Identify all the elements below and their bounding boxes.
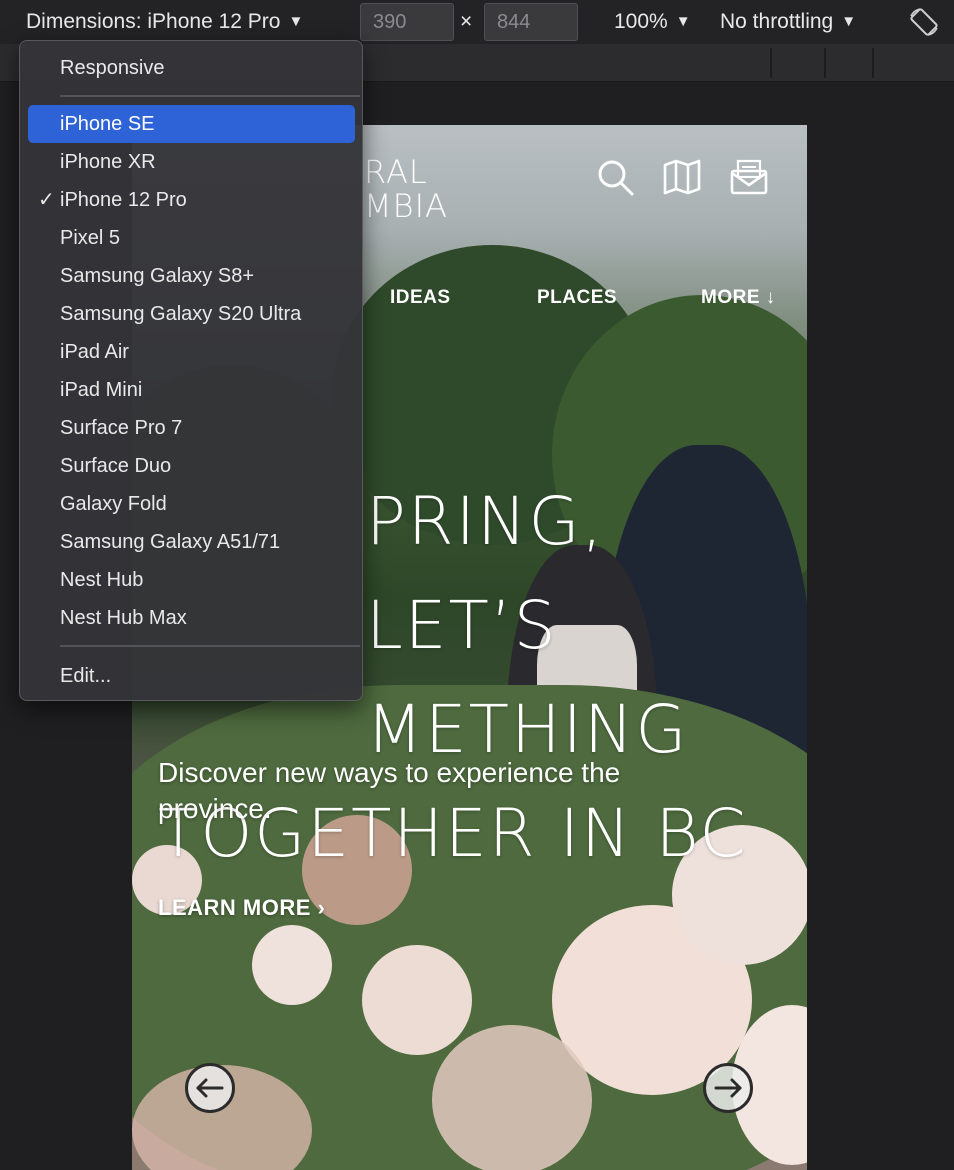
menu-item-device[interactable]: ✓ iPhone 12 Pro	[28, 181, 355, 219]
rose-flower	[432, 1025, 592, 1170]
rose-flower	[362, 945, 472, 1055]
device-dropdown-menu: Responsive iPhone SE iPhone XR ✓ iPhone 12 …	[19, 40, 363, 701]
menu-item-device[interactable]: Nest Hub Max	[28, 599, 355, 637]
menu-item-label: Samsung Galaxy S20 Ultra	[60, 303, 302, 325]
menu-item-label: iPhone XR	[60, 151, 156, 173]
carousel-prev-button[interactable]	[185, 1063, 235, 1113]
caret-down-icon: ▼	[675, 13, 691, 30]
menu-item-device[interactable]: iPad Air	[28, 333, 355, 371]
ruler-segment[interactable]	[824, 48, 872, 78]
map-icon[interactable]	[662, 157, 702, 197]
ruler-segment[interactable]	[872, 48, 954, 78]
menu-item-device[interactable]: iPhone SE	[28, 105, 355, 143]
nav-link-more[interactable]: MORE ↓	[701, 287, 776, 309]
newsletter-icon[interactable]	[729, 157, 769, 197]
nav-link-ideas[interactable]: IDEAS	[390, 287, 451, 309]
times-sign: ×	[460, 10, 473, 33]
menu-item-device[interactable]: Pixel 5	[28, 219, 355, 257]
menu-item-device[interactable]: Nest Hub	[28, 561, 355, 599]
menu-item-device[interactable]: Surface Duo	[28, 447, 355, 485]
menu-item-device[interactable]: Galaxy Fold	[28, 485, 355, 523]
menu-item-label: Edit...	[60, 665, 112, 687]
menu-item-device[interactable]: iPad Mini	[28, 371, 355, 409]
width-input[interactable]: 390	[360, 3, 454, 41]
menu-item-device[interactable]: iPhone XR	[28, 143, 355, 181]
menu-item-label: Galaxy Fold	[60, 493, 167, 515]
menu-item-responsive[interactable]: Responsive	[28, 49, 355, 87]
ruler-segment[interactable]	[770, 48, 824, 78]
menu-separator	[60, 645, 360, 647]
menu-item-device[interactable]: Samsung Galaxy S8+	[28, 257, 355, 295]
menu-item-label: Surface Pro 7	[60, 417, 183, 439]
checkmark-icon: ✓	[38, 189, 55, 211]
menu-item-label: Nest Hub	[60, 569, 144, 591]
rotate-button[interactable]	[906, 6, 942, 38]
zoom-label: 100%	[614, 10, 668, 33]
menu-item-label: iPad Air	[60, 341, 129, 363]
menu-item-label: iPhone SE	[60, 113, 155, 135]
menu-item-label: Nest Hub Max	[60, 607, 187, 629]
caret-down-icon: ▼	[841, 13, 857, 30]
menu-item-label: Pixel 5	[60, 227, 121, 249]
throttling-select[interactable]: No throttling ▼	[720, 0, 856, 44]
hero-subtitle: Discover new ways to experience the prov…	[158, 757, 621, 824]
arrow-right-icon	[714, 1078, 742, 1098]
menu-item-label: Samsung Galaxy A51/71	[60, 531, 281, 553]
menu-item-device[interactable]: Samsung Galaxy A51/71	[28, 523, 355, 561]
carousel-next-button[interactable]	[703, 1063, 753, 1113]
logo-text: MBIA	[364, 187, 448, 225]
throttling-label: No throttling	[720, 10, 834, 33]
search-icon[interactable]	[595, 157, 635, 197]
menu-item-label: Samsung Galaxy S8+	[60, 265, 254, 287]
nav-link-places[interactable]: PLACES	[537, 287, 617, 309]
menu-item-label: iPad Mini	[60, 379, 143, 401]
menu-item-label: Surface Duo	[60, 455, 172, 477]
menu-item-edit[interactable]: Edit...	[28, 657, 355, 695]
device-toolbar: Dimensions: iPhone 12 Pro ▼ 390 × 844 100…	[0, 0, 954, 44]
menu-separator	[60, 95, 360, 97]
arrow-left-icon	[196, 1078, 224, 1098]
height-input[interactable]: 844	[484, 3, 578, 41]
menu-item-label: Responsive	[60, 57, 165, 79]
rose-flower	[252, 925, 332, 1005]
learn-more-link[interactable]: LEARN MORE ›	[158, 895, 325, 921]
menu-item-device[interactable]: Surface Pro 7	[28, 409, 355, 447]
caret-down-icon: ▼	[288, 13, 304, 30]
rotate-icon	[910, 8, 938, 36]
device-dimensions-select[interactable]: Dimensions: iPhone 12 Pro ▼	[26, 0, 303, 44]
menu-item-device[interactable]: Samsung Galaxy S20 Ultra	[28, 295, 355, 333]
logo-text: RAL	[364, 153, 428, 191]
device-dimensions-label: Dimensions: iPhone 12 Pro	[26, 10, 281, 33]
menu-item-label: iPhone 12 Pro	[60, 189, 187, 211]
zoom-select[interactable]: 100% ▼	[614, 0, 691, 44]
site-logo[interactable]: RAL MBIA	[364, 155, 448, 223]
